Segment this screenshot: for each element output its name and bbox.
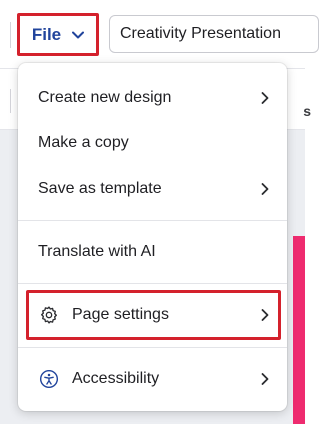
editor-window: File Creativity Presentation s Create ne… <box>0 0 319 424</box>
divider <box>10 89 11 113</box>
menu-item-create-new-design[interactable]: Create new design <box>18 75 287 121</box>
chevron-down-icon <box>72 31 85 39</box>
menu-item-label: Make a copy <box>38 134 129 151</box>
file-menu-button[interactable]: File <box>17 13 99 56</box>
menu-item-make-a-copy[interactable]: Make a copy <box>18 120 287 166</box>
menu-divider <box>18 283 287 284</box>
design-page-edge <box>293 236 305 424</box>
chevron-right-icon <box>261 309 269 321</box>
top-bar: File Creativity Presentation <box>0 0 319 68</box>
menu-item-label: Page settings <box>72 306 169 323</box>
menu-item-label: Translate with AI <box>38 243 156 260</box>
menu-item-save-as-template[interactable]: Save as template <box>18 166 287 212</box>
chevron-right-icon <box>261 373 269 385</box>
menu-item-label: Save as template <box>38 180 162 197</box>
design-title-input[interactable]: Creativity Presentation <box>109 15 319 53</box>
menu-divider <box>18 220 287 221</box>
menu-item-page-settings[interactable]: Page settings <box>18 292 287 338</box>
menu-item-translate-with-ai[interactable]: Translate with AI <box>18 229 287 275</box>
accessibility-icon <box>38 368 60 390</box>
file-dropdown-menu: Create new design Make a copy Save as te… <box>18 63 287 411</box>
toolbar-partial-text: s <box>303 103 311 119</box>
chevron-right-icon <box>261 92 269 104</box>
divider <box>10 22 11 48</box>
menu-divider <box>18 347 287 348</box>
file-button-label: File <box>31 24 62 44</box>
menu-item-accessibility[interactable]: Accessibility <box>18 356 287 402</box>
menu-item-label: Accessibility <box>72 370 160 387</box>
menu-item-label: Create new design <box>38 89 172 106</box>
chevron-right-icon <box>261 183 269 195</box>
gear-icon <box>38 304 60 326</box>
